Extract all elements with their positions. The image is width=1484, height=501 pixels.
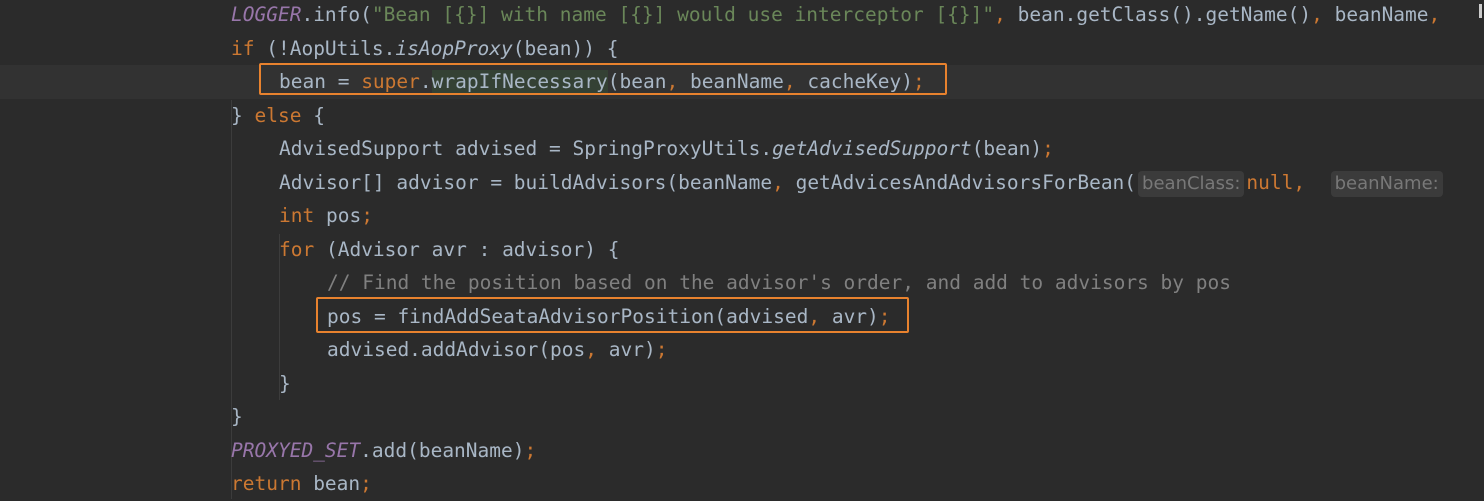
code-text: PROXYED_SET.add(beanName); [231,434,536,468]
code-line[interactable]: // Find the position based on the adviso… [0,266,1484,300]
code-token: getAdvisedSupport [772,137,972,160]
code-token: beanName [1334,3,1429,26]
code-token: for [279,237,326,261]
code-token: (!AopUtils. [266,36,396,60]
code-line[interactable]: int pos; [0,199,1484,233]
code-token: return [231,472,314,495]
code-line[interactable]: AdvisedSupport advised = SpringProxyUtil… [0,132,1484,166]
code-token: ; [655,338,668,361]
code-token: bean.getClass().getName() [1017,3,1312,26]
code-token: bean [313,472,361,495]
code-token: , [585,338,609,361]
parameter-hint: beanName: [1330,170,1443,197]
code-token: ; [361,204,373,227]
code-line[interactable]: } else { [0,99,1484,133]
code-token: isAopProxy [395,36,513,60]
code-line[interactable]: LOGGER.info("Bean [{}] with name [{}] wo… [0,0,1484,32]
code-token: , [1311,3,1335,26]
code-token: PROXYED_SET [231,438,361,462]
code-token: } [231,405,243,428]
highlight-box-find-position [316,297,909,333]
code-token: , [1293,170,1329,194]
code-token: advised.addAdvisor(pos [327,338,586,361]
code-token: Advisor[] advisor = buildAdvisors(beanNa… [279,170,773,194]
code-text: if (!AopUtils.isAopProxy(bean)) { [231,32,618,66]
code-text: for (Advisor avr : advisor) { [279,233,619,267]
code-token: , [994,3,1018,26]
parameter-hint: beanClass: [1138,170,1245,197]
code-token: null [1246,170,1294,194]
code-token: ; [360,472,372,495]
code-text: // Find the position based on the adviso… [327,266,1231,300]
code-text: } [231,400,243,434]
scroll-marker [1479,4,1482,18]
code-token: } [231,103,255,127]
code-line[interactable]: for (Advisor avr : advisor) { [0,233,1484,267]
code-token: .add(beanName) [360,438,525,462]
code-text: AdvisedSupport advised = SpringProxyUtil… [279,132,1054,166]
code-token: getAdvicesAndAdvisorsForBean( [795,170,1137,194]
code-token: { [313,103,325,127]
code-text: LOGGER.info("Bean [{}] with name [{}] wo… [231,0,1452,32]
code-text: } [279,367,291,401]
code-token: int [279,204,326,227]
code-text: int pos; [279,199,373,233]
code-token: "Bean [{}] with name [{}] would use inte… [371,3,995,26]
code-token: (Advisor avr : advisor) { [325,237,620,261]
code-token: (bean) [971,137,1043,160]
code-token: LOGGER [231,3,302,26]
code-line[interactable]: advised.addAdvisor(pos, avr); [0,333,1484,367]
code-token: // Find the position based on the adviso… [327,271,1231,294]
code-token: , [772,170,796,194]
code-text: } else { [231,99,325,133]
code-text: advised.addAdvisor(pos, avr); [327,333,667,367]
code-line[interactable]: PROXYED_SET.add(beanName); [0,434,1484,468]
code-line[interactable]: } [0,400,1484,434]
code-text: Advisor[] advisor = buildAdvisors(beanNa… [279,166,1445,200]
code-token: .info( [301,3,372,26]
code-line[interactable]: if (!AopUtils.isAopProxy(bean)) { [0,32,1484,66]
code-token: avr) [608,338,656,361]
code-editor[interactable]: LOGGER.info("Bean [{}] with name [{}] wo… [0,0,1484,499]
code-token: (bean)) { [512,36,619,60]
code-token: if [231,36,267,60]
code-token: ; [524,438,537,462]
code-token: , [1428,3,1453,26]
highlight-box-wrap-if-necessary [259,63,947,95]
code-token: ; [1042,137,1054,160]
code-token: } [279,371,291,395]
code-token: AdvisedSupport advised = SpringProxyUtil… [279,137,773,160]
code-line[interactable]: Advisor[] advisor = buildAdvisors(beanNa… [0,166,1484,200]
code-line[interactable]: } [0,367,1484,401]
code-token: pos [325,204,362,227]
code-token: else [254,103,314,127]
code-text: return bean; [231,467,372,501]
code-line[interactable]: return bean; [0,467,1484,501]
